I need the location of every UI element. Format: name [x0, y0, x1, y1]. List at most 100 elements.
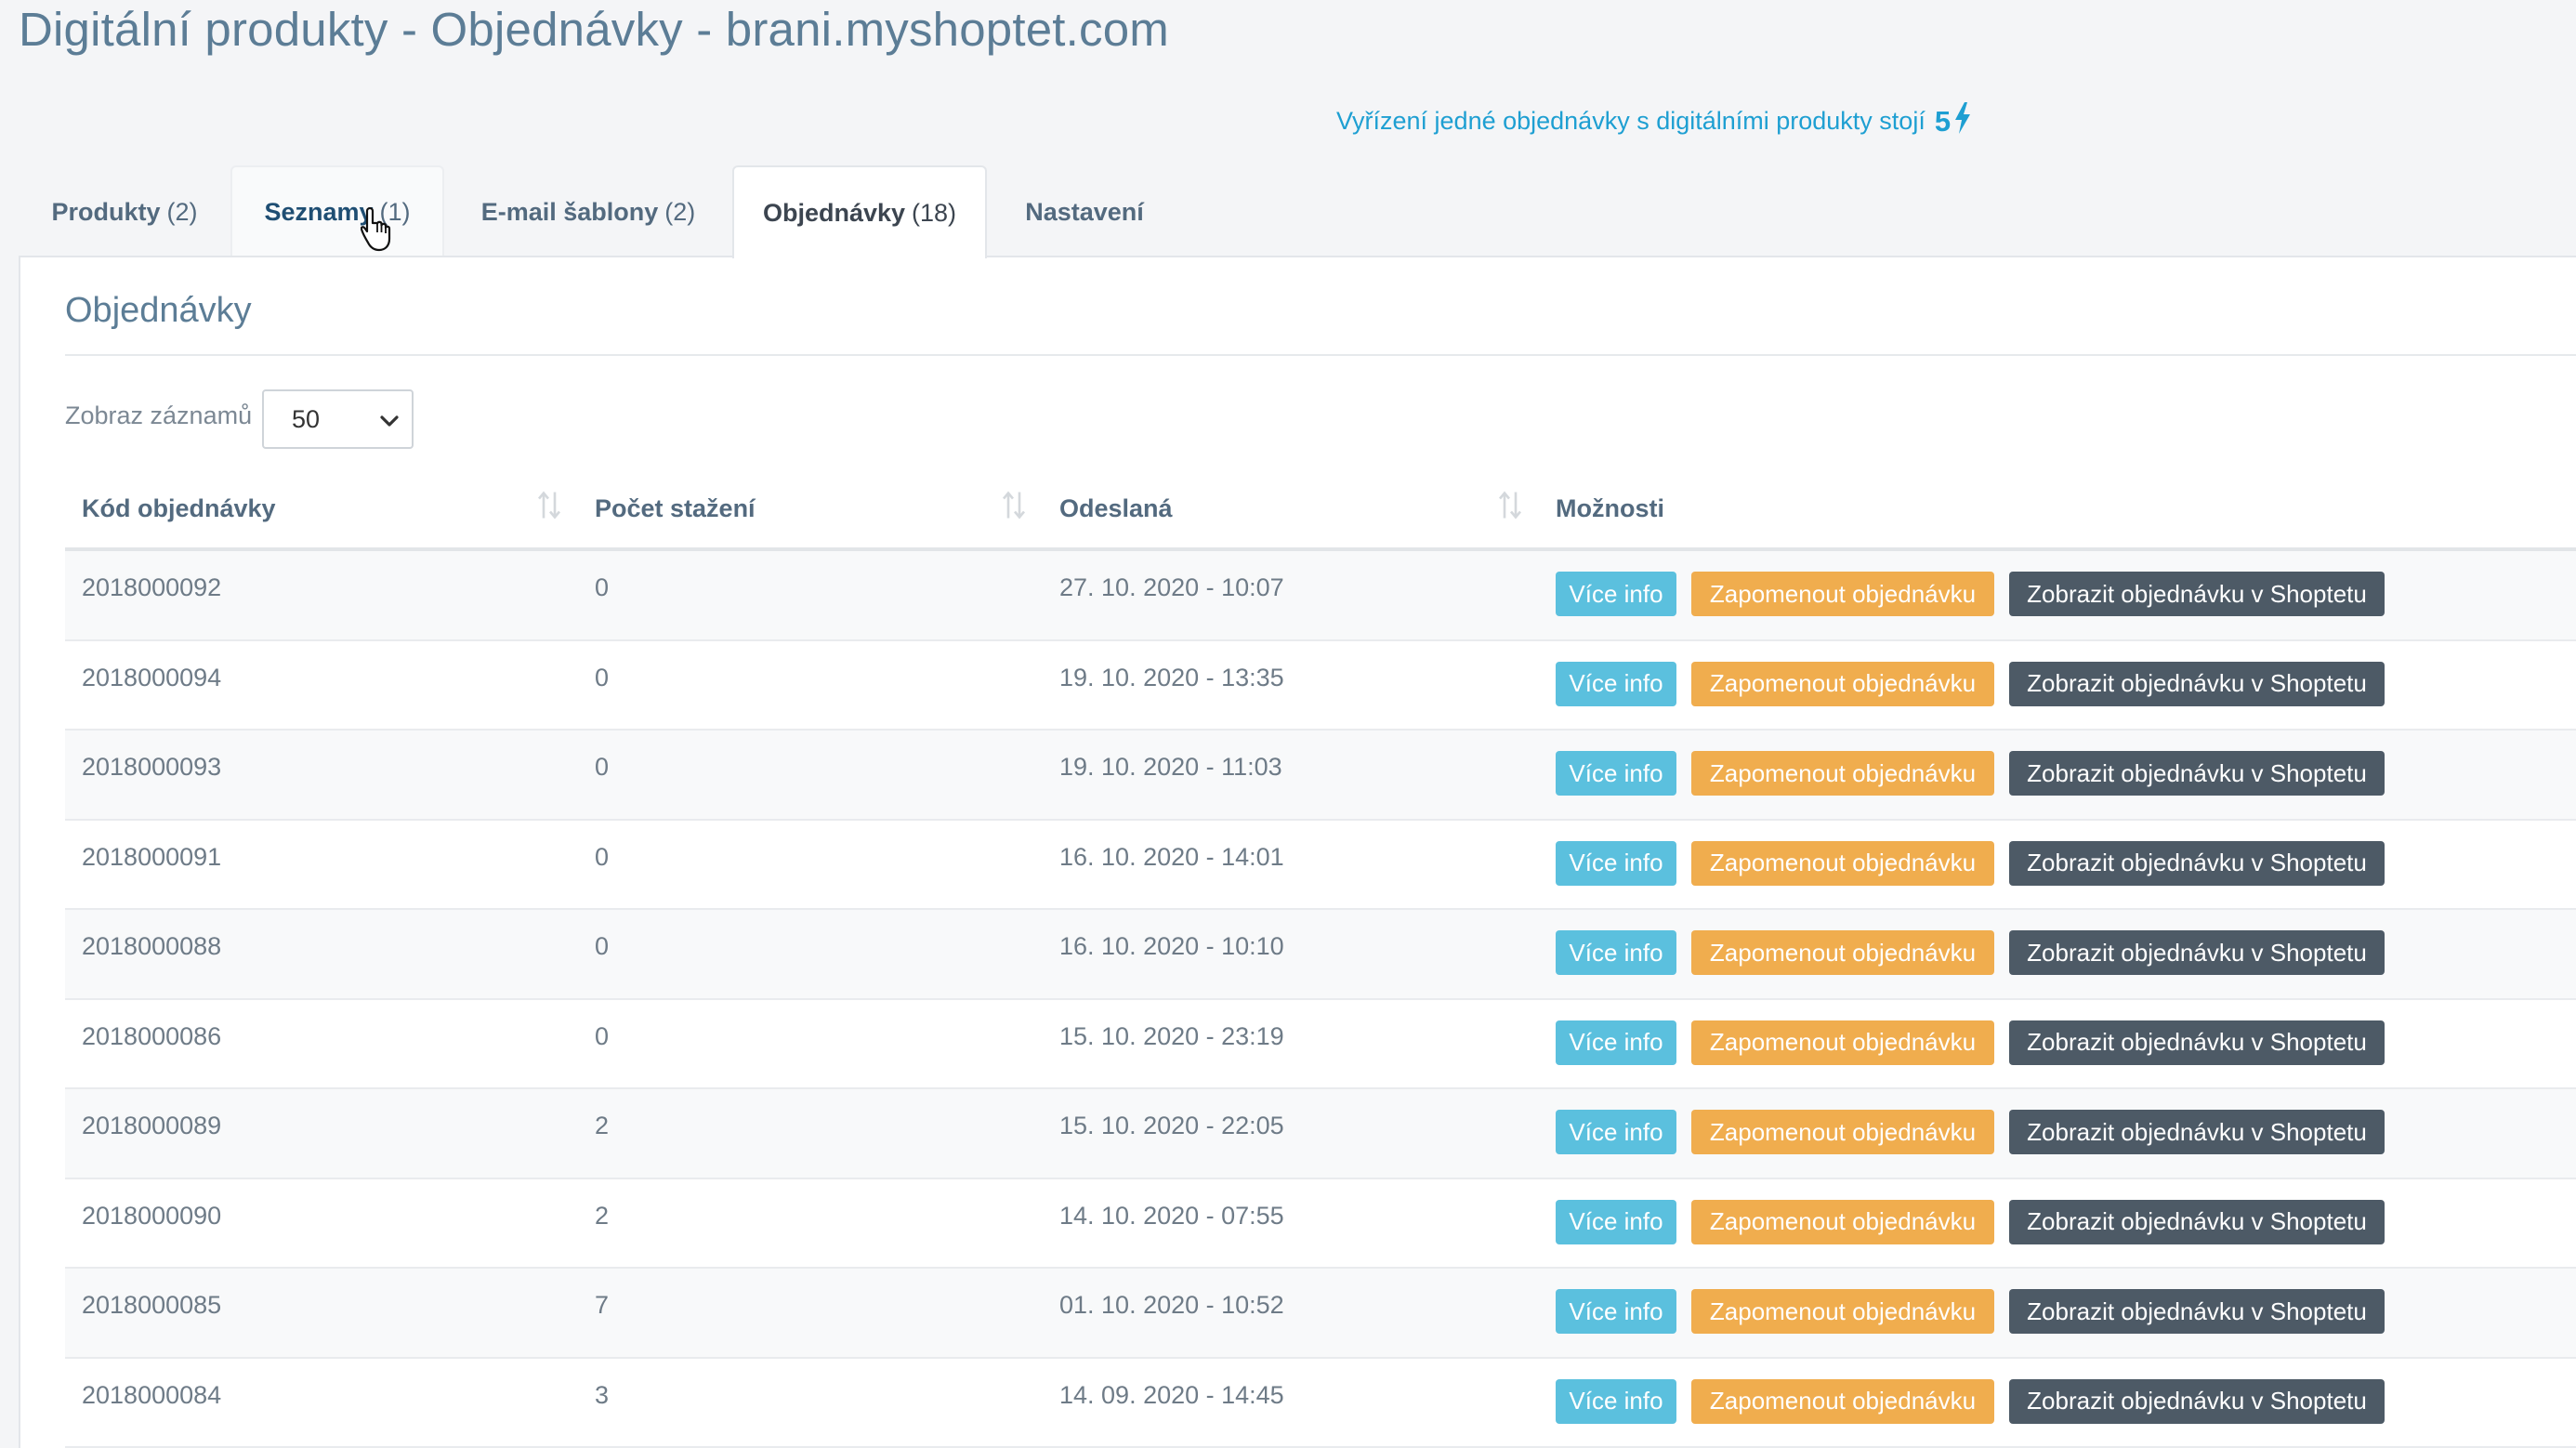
more-info-button[interactable]: Více info	[1556, 1199, 1676, 1244]
download-count: 2	[595, 1201, 610, 1230]
tab-label: Nastavení	[1025, 197, 1144, 226]
sort-icon	[1498, 491, 1522, 527]
sent-date: 19. 10. 2020 - 11:03	[1059, 753, 1282, 781]
show-in-shoptet-button[interactable]: Zobrazit objednávku v Shoptetu	[2009, 1020, 2385, 1065]
more-info-button[interactable]: Více info	[1556, 751, 1676, 796]
forget-order-button[interactable]: Zapomenout objednávku	[1691, 840, 1994, 886]
table-row: 2018000085 7 01. 10. 2020 - 10:52 Více i…	[65, 1269, 2576, 1359]
tab-label: E-mail šablony	[480, 197, 659, 226]
table-row: 2018000090 2 14. 10. 2020 - 07:55 Více i…	[65, 1178, 2576, 1269]
forget-order-button[interactable]: Zapomenout objednávku	[1691, 751, 1994, 796]
tab-label: Produkty	[51, 197, 161, 226]
show-in-shoptet-button[interactable]: Zobrazit objednávku v Shoptetu	[2009, 1110, 2385, 1154]
sent-date: 15. 10. 2020 - 22:05	[1059, 1112, 1284, 1139]
table-row: 2018000093 0 19. 10. 2020 - 11:03 Více i…	[65, 731, 2576, 821]
table-row: 2018000089 2 15. 10. 2020 - 22:05 Více i…	[65, 1089, 2576, 1179]
table-body: 2018000092 0 27. 10. 2020 - 10:07 Více i…	[65, 551, 2576, 1448]
table-row: 2018000088 0 16. 10. 2020 - 10:10 Více i…	[65, 910, 2576, 1000]
more-info-button[interactable]: Více info	[1556, 1378, 1676, 1424]
order-code: 2018000088	[82, 932, 222, 960]
download-count: 0	[595, 573, 610, 601]
forget-order-button[interactable]: Zapomenout objednávku	[1691, 1199, 1994, 1244]
show-in-shoptet-button[interactable]: Zobrazit objednávku v Shoptetu	[2009, 572, 2385, 616]
lightning-bolt-icon	[1954, 102, 1971, 140]
column-header-sent[interactable]: Odeslaná	[1043, 469, 1539, 547]
more-info-button[interactable]: Více info	[1556, 840, 1676, 886]
tab-count: (2)	[166, 197, 198, 226]
more-info-button[interactable]: Více info	[1556, 930, 1676, 975]
table-row: 2018000086 0 15. 10. 2020 - 23:19 Více i…	[65, 999, 2576, 1089]
sent-date: 16. 10. 2020 - 10:10	[1059, 932, 1284, 960]
sent-date: 15. 10. 2020 - 23:19	[1059, 1021, 1284, 1050]
forget-order-button[interactable]: Zapomenout objednávku	[1691, 661, 1994, 706]
forget-order-button[interactable]: Zapomenout objednávku	[1691, 1378, 1994, 1424]
order-code: 2018000089	[82, 1112, 222, 1139]
panel-divider	[65, 354, 2576, 356]
table-row: 2018000084 3 14. 09. 2020 - 14:45 Více i…	[65, 1358, 2576, 1448]
page-length-select[interactable]: 50	[262, 389, 414, 449]
forget-order-button[interactable]: Zapomenout objednávku	[1691, 572, 1994, 616]
page-length-label: Zobraz záznamů	[65, 401, 253, 429]
tab-email-sablony[interactable]: E-mail šablony (2)	[444, 165, 732, 257]
download-count: 0	[595, 663, 610, 691]
show-in-shoptet-button[interactable]: Zobrazit objednávku v Shoptetu	[2009, 840, 2385, 886]
sent-date: 14. 09. 2020 - 14:45	[1059, 1380, 1284, 1409]
forget-order-button[interactable]: Zapomenout objednávku	[1691, 1289, 1994, 1334]
show-in-shoptet-button[interactable]: Zobrazit objednávku v Shoptetu	[2009, 1199, 2385, 1244]
order-code: 2018000086	[82, 1021, 222, 1050]
show-in-shoptet-button[interactable]: Zobrazit objednávku v Shoptetu	[2009, 1378, 2385, 1424]
sent-date: 27. 10. 2020 - 10:07	[1059, 573, 1284, 601]
sort-icon	[1002, 491, 1026, 527]
more-info-button[interactable]: Více info	[1556, 1020, 1676, 1065]
order-code: 2018000092	[82, 573, 222, 601]
download-count: 0	[595, 932, 610, 960]
sent-date: 16. 10. 2020 - 14:01	[1059, 842, 1284, 871]
tab-produkty[interactable]: Produkty (2)	[19, 165, 230, 257]
tab-seznamy[interactable]: Seznamy (1)	[230, 165, 444, 257]
forget-order-button[interactable]: Zapomenout objednávku	[1691, 1020, 1994, 1065]
download-count: 2	[595, 1112, 610, 1139]
chevron-down-icon	[380, 405, 399, 434]
more-info-button[interactable]: Více info	[1556, 661, 1676, 706]
order-code: 2018000091	[82, 842, 222, 871]
table-row: 2018000091 0 16. 10. 2020 - 14:01 Více i…	[65, 820, 2576, 910]
tab-label: Seznamy	[264, 197, 374, 226]
column-header-options: Možnosti	[1539, 469, 2576, 547]
sort-icon	[537, 491, 561, 527]
column-header-downloads[interactable]: Počet stažení	[578, 469, 1043, 547]
tab-nastaveni[interactable]: Nastavení	[987, 165, 1182, 257]
orders-table: Kód objednávky Počet stažení Odeslaná Mo…	[65, 469, 2576, 1448]
sent-date: 14. 10. 2020 - 07:55	[1059, 1201, 1284, 1230]
forget-order-button[interactable]: Zapomenout objednávku	[1691, 930, 1994, 975]
table-header: Kód objednávky Počet stažení Odeslaná Mo…	[65, 469, 2576, 551]
header-label: Počet stažení	[595, 494, 756, 522]
table-row: 2018000092 0 27. 10. 2020 - 10:07 Více i…	[65, 551, 2576, 641]
show-in-shoptet-button[interactable]: Zobrazit objednávku v Shoptetu	[2009, 930, 2385, 975]
order-code: 2018000093	[82, 753, 222, 781]
orders-panel: Objednávky Zobraz záznamů 50 Kód objedná…	[19, 256, 2576, 1448]
show-in-shoptet-button[interactable]: Zobrazit objednávku v Shoptetu	[2009, 751, 2385, 796]
tab-objednavky[interactable]: Objednávky (18)	[732, 165, 987, 258]
panel-title: Objednávky	[65, 291, 252, 330]
more-info-button[interactable]: Více info	[1556, 572, 1676, 616]
show-in-shoptet-button[interactable]: Zobrazit objednávku v Shoptetu	[2009, 1289, 2385, 1334]
cost-note: Vyřízení jedné objednávky s digitálními …	[1336, 102, 1971, 140]
table-row: 2018000094 0 19. 10. 2020 - 13:35 Více i…	[65, 640, 2576, 731]
column-header-order-code[interactable]: Kód objednávky	[65, 469, 578, 547]
download-count: 0	[595, 1021, 610, 1050]
download-count: 7	[595, 1291, 610, 1319]
order-code: 2018000094	[82, 663, 222, 691]
page-length-value: 50	[292, 404, 321, 433]
tab-count: (2)	[664, 197, 696, 226]
more-info-button[interactable]: Více info	[1556, 1289, 1676, 1334]
forget-order-button[interactable]: Zapomenout objednávku	[1691, 1110, 1994, 1154]
header-label: Kód objednávky	[82, 494, 276, 522]
download-count: 0	[595, 842, 610, 871]
header-label: Možnosti	[1556, 494, 1664, 522]
tab-bar: Produkty (2) Seznamy (1) E-mail šablony …	[19, 165, 1182, 258]
order-code: 2018000085	[82, 1291, 222, 1319]
show-in-shoptet-button[interactable]: Zobrazit objednávku v Shoptetu	[2009, 661, 2385, 706]
page-title: Digitální produkty - Objednávky - brani.…	[19, 3, 1169, 56]
more-info-button[interactable]: Více info	[1556, 1110, 1676, 1154]
order-code: 2018000084	[82, 1380, 222, 1409]
